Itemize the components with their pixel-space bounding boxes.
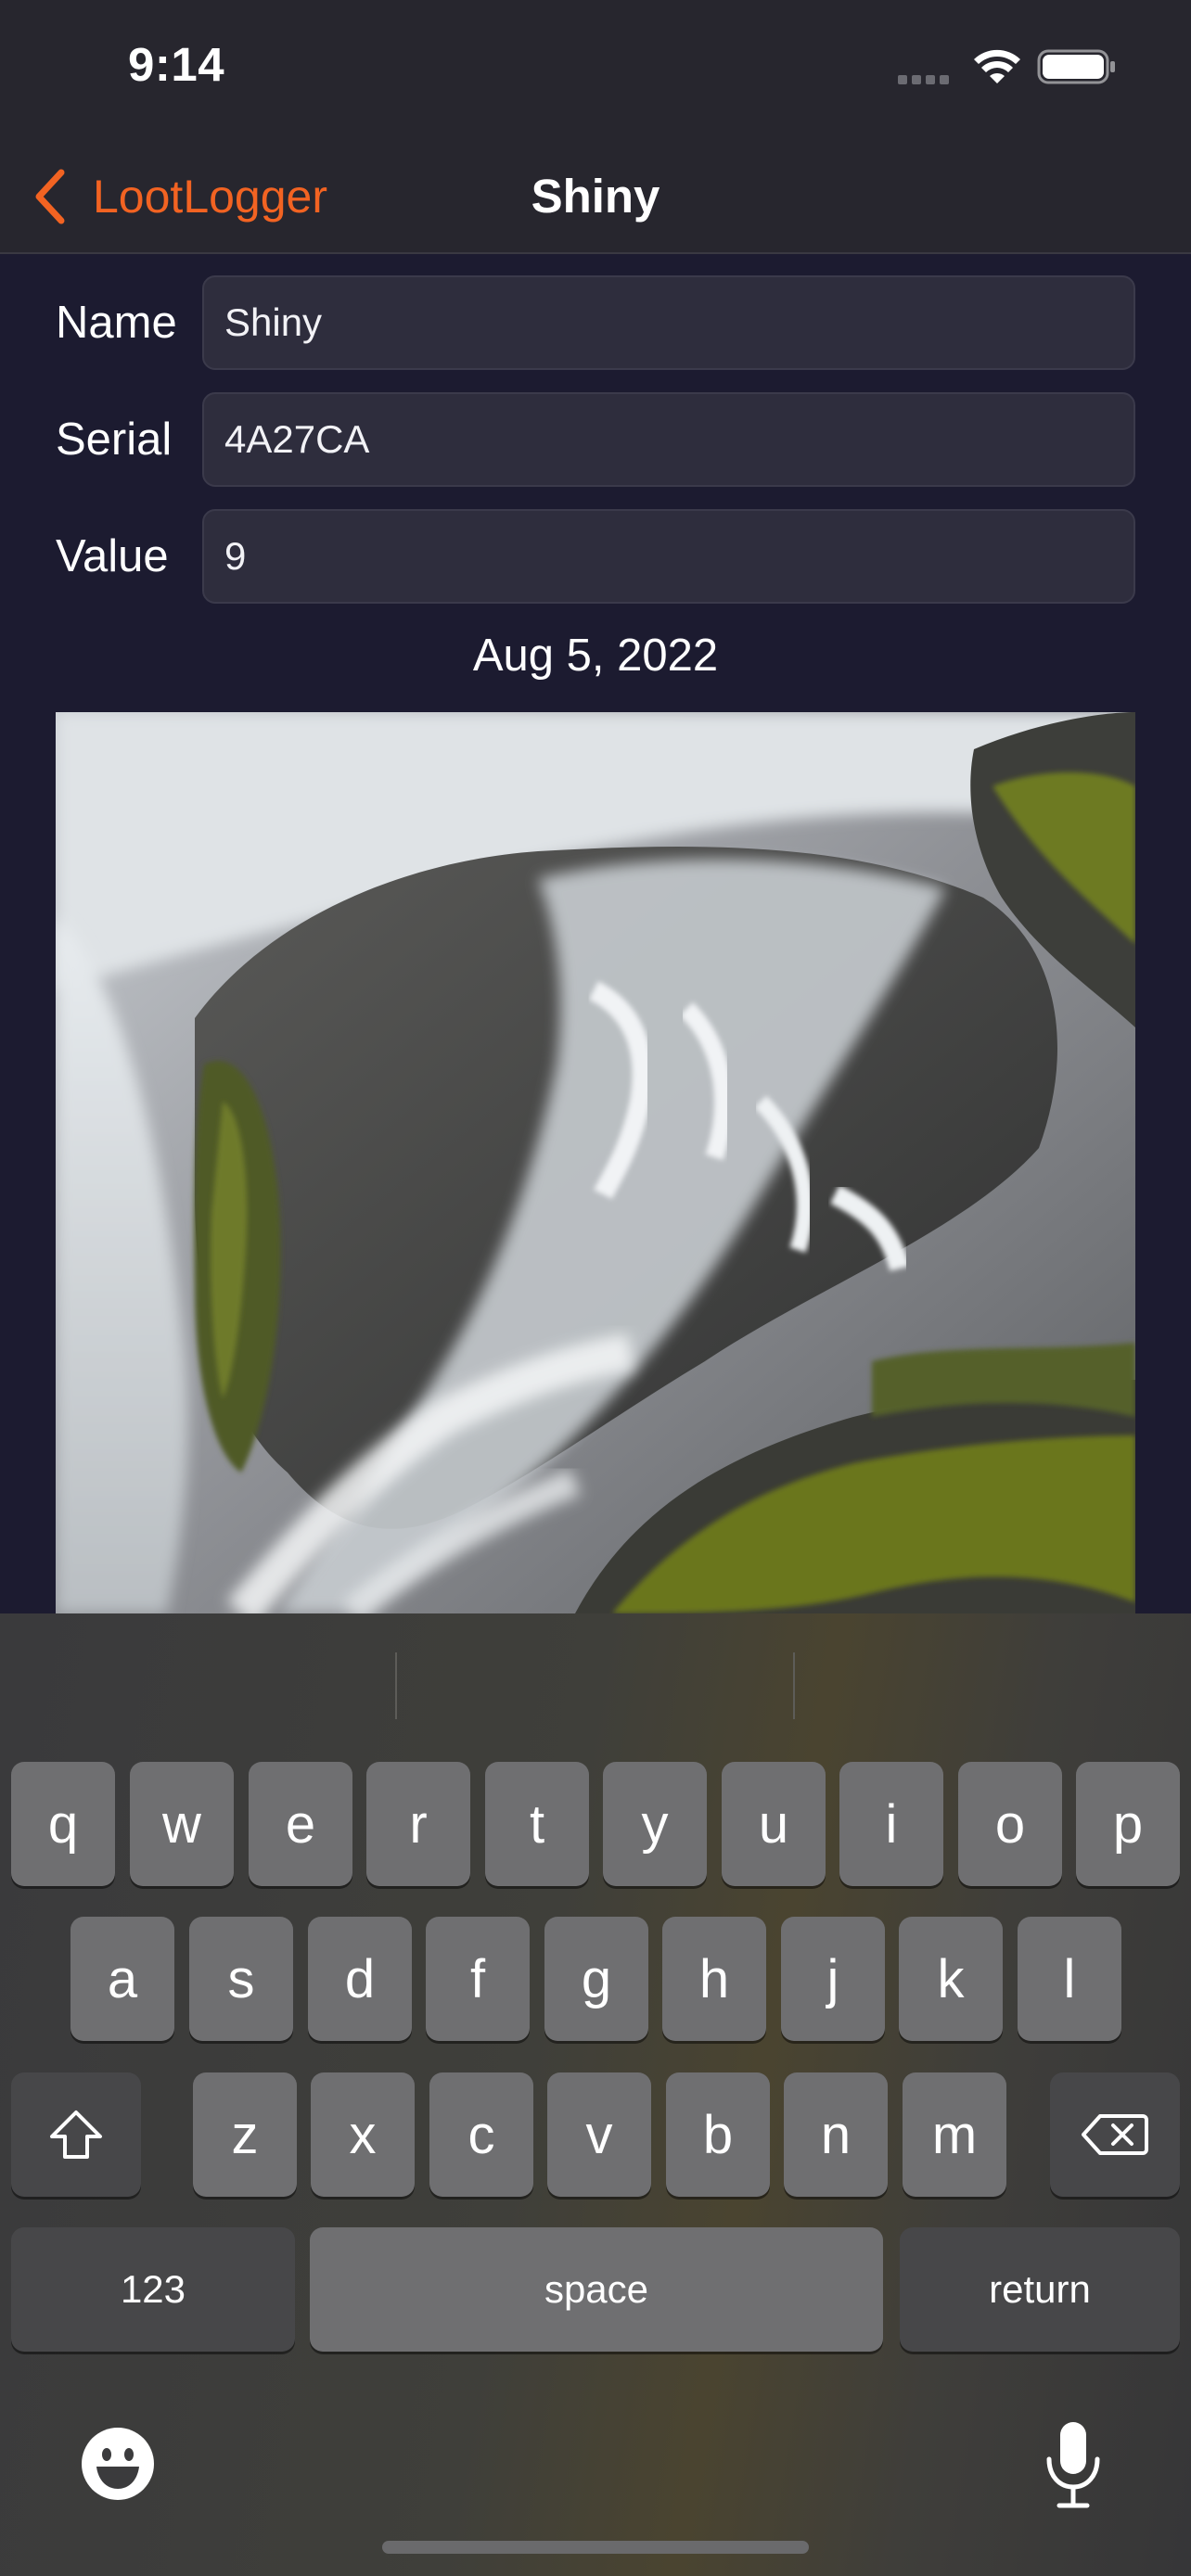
serial-label: Serial: [56, 414, 173, 465]
shift-icon: [50, 2111, 102, 2159]
key-e[interactable]: e: [249, 1762, 352, 1886]
suggestion-bar: [0, 1613, 1191, 1732]
key-f[interactable]: f: [426, 1917, 530, 2041]
key-y[interactable]: y: [603, 1762, 707, 1886]
key-q[interactable]: q: [11, 1762, 115, 1886]
key-l[interactable]: l: [1018, 1917, 1121, 2041]
status-bar: 9:14: [0, 0, 1191, 139]
suggestion-divider: [395, 1652, 397, 1719]
key-d[interactable]: d: [308, 1917, 412, 2041]
delete-key[interactable]: [1050, 2072, 1180, 2197]
signal-icon: [898, 72, 954, 89]
name-field[interactable]: Shiny: [202, 275, 1135, 370]
emoji-icon[interactable]: [80, 2426, 156, 2502]
key-n[interactable]: n: [784, 2072, 888, 2197]
key-v[interactable]: v: [547, 2072, 651, 2197]
key-x[interactable]: x: [311, 2072, 415, 2197]
key-m[interactable]: m: [903, 2072, 1006, 2197]
value-row: Value 9: [0, 509, 1191, 604]
status-time: 9:14: [128, 38, 225, 91]
name-row: Name Shiny: [0, 275, 1191, 370]
key-h[interactable]: h: [662, 1917, 766, 2041]
wifi-icon: [974, 49, 1020, 83]
date-created-label: Aug 5, 2022: [472, 631, 719, 681]
return-key[interactable]: return: [900, 2227, 1180, 2352]
key-k[interactable]: k: [899, 1917, 1003, 2041]
key-r[interactable]: r: [366, 1762, 470, 1886]
microphone-icon[interactable]: [1044, 2420, 1102, 2509]
key-a[interactable]: a: [70, 1917, 174, 2041]
key-j[interactable]: j: [781, 1917, 885, 2041]
key-c[interactable]: c: [429, 2072, 533, 2197]
home-indicator[interactable]: [382, 2541, 809, 2554]
value-label: Value: [56, 531, 169, 581]
key-z[interactable]: z: [193, 2072, 297, 2197]
serial-field[interactable]: 4A27CA: [202, 392, 1135, 487]
item-photo: [56, 712, 1135, 1613]
key-i[interactable]: i: [839, 1762, 943, 1886]
numbers-key[interactable]: 123: [11, 2227, 295, 2352]
battery-icon: [1037, 49, 1115, 84]
key-p[interactable]: p: [1076, 1762, 1180, 1886]
key-b[interactable]: b: [666, 2072, 770, 2197]
key-w[interactable]: w: [130, 1762, 234, 1886]
key-o[interactable]: o: [958, 1762, 1062, 1886]
key-s[interactable]: s: [189, 1917, 293, 2041]
key-u[interactable]: u: [722, 1762, 826, 1886]
serial-row: Serial 4A27CA: [0, 392, 1191, 487]
value-field[interactable]: 9: [202, 509, 1135, 604]
key-t[interactable]: t: [485, 1762, 589, 1886]
name-label: Name: [56, 298, 177, 348]
suggestion-divider: [793, 1652, 795, 1719]
shift-key[interactable]: [11, 2072, 141, 2197]
delete-icon: [1082, 2114, 1148, 2155]
page-title: Shiny: [531, 170, 660, 223]
space-key[interactable]: space: [310, 2227, 883, 2352]
navigation-bar: LootLogger Shiny: [0, 139, 1191, 254]
key-g[interactable]: g: [544, 1917, 648, 2041]
